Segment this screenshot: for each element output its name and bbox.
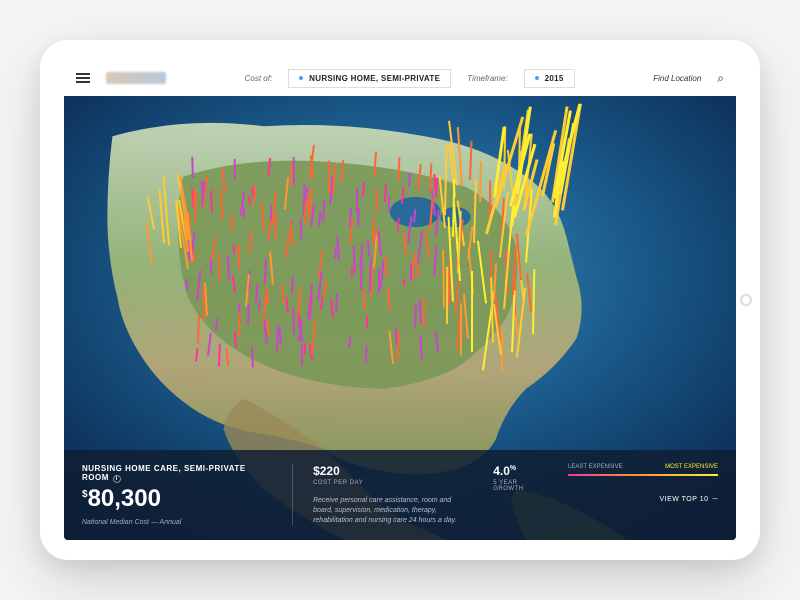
logo [106,72,166,84]
info-panel: NURSING HOME CARE, SEMI-PRIVATE ROOMi $8… [64,450,736,540]
find-location-label: Find Location [653,74,701,83]
timeframe-select[interactable]: 2015 [524,69,575,88]
cost-of-label: Cost of: [245,74,273,83]
map-visualization[interactable]: NURSING HOME CARE, SEMI-PRIVATE ROOMi $8… [64,96,736,540]
cost-per-day-value: $220 [313,464,465,478]
cost-of-select[interactable]: NURSING HOME, SEMI-PRIVATE [288,69,451,88]
legend-least: LEAST EXPENSIVE [568,464,623,470]
annual-cost-sub: National Median Cost — Annual [82,519,268,526]
growth-value: 4.0% [493,464,544,478]
panel-title: NURSING HOME CARE, SEMI-PRIVATE ROOMi [82,464,268,483]
topbar: Cost of: NURSING HOME, SEMI-PRIVATE Time… [64,60,736,96]
screen: Cost of: NURSING HOME, SEMI-PRIVATE Time… [64,60,736,540]
growth-label: 5 YEAR GROWTH [493,480,544,492]
cost-per-day-label: COST PER DAY [313,480,465,486]
info-icon[interactable]: i [113,475,121,483]
legend-most: MOST EXPENSIVE [665,464,718,470]
tablet-frame: Cost of: NURSING HOME, SEMI-PRIVATE Time… [40,40,760,560]
search-icon[interactable]: ⌕ [717,71,724,86]
annual-cost: $80,300 [82,485,268,513]
description: Receive personal care assistance, room a… [313,496,465,525]
view-top-10-button[interactable]: VIEW TOP 10 ─ [659,496,718,503]
legend-gradient [568,474,718,476]
menu-icon[interactable] [76,73,90,83]
timeframe-label: Timeframe: [467,74,507,83]
